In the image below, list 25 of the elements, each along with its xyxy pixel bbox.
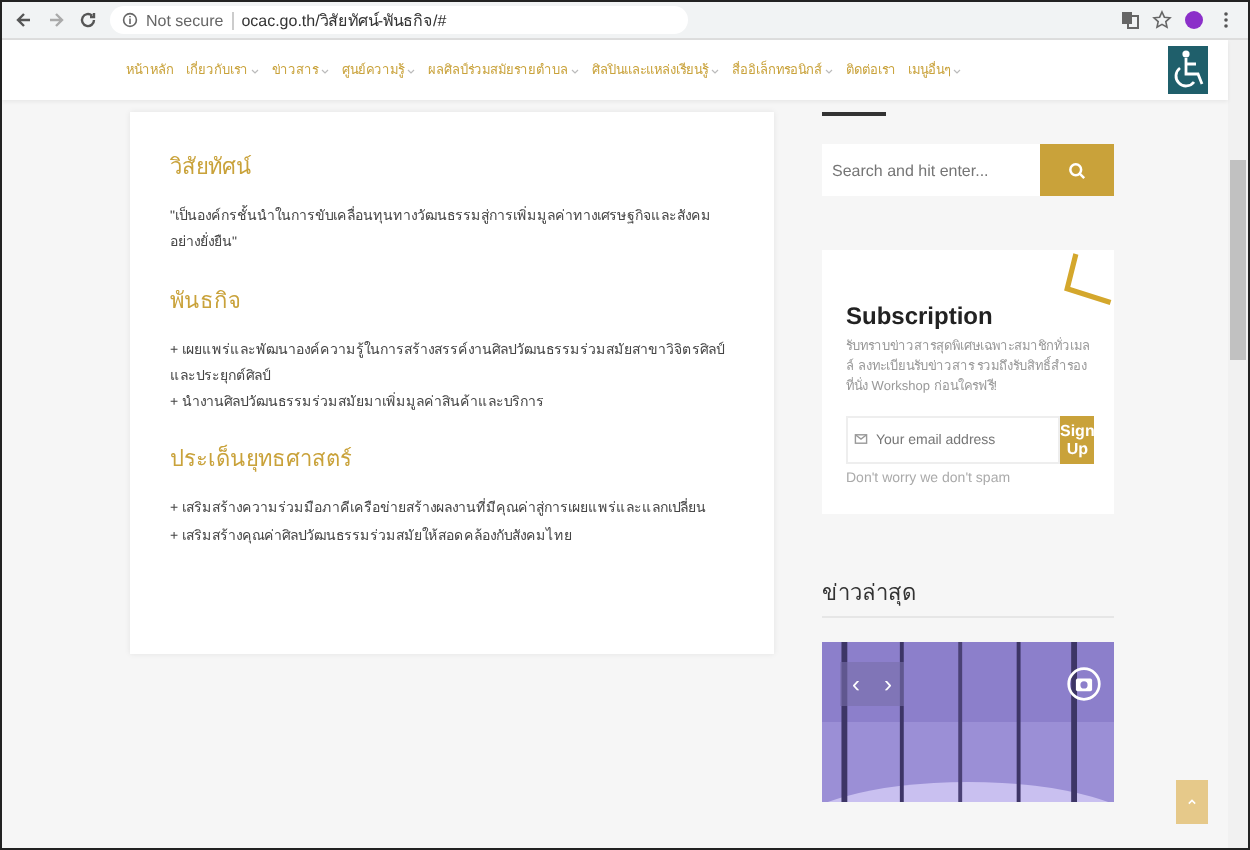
section-heading: พันธกิจ [170, 287, 242, 318]
news-heading: ข่าวล่าสุด [822, 574, 1114, 619]
next-button[interactable]: › [872, 662, 904, 707]
search-icon [1068, 161, 1086, 179]
accessibility-icon[interactable] [1168, 46, 1208, 94]
section-heading: วิสัยทัศน์ [170, 153, 254, 184]
caret-icon [1184, 794, 1200, 810]
subscription-title: Subscription [846, 302, 995, 330]
reload-icon[interactable] [78, 10, 98, 30]
camera-icon [1066, 666, 1102, 703]
section-heading: ประเด็นยุทธศาสตร์ [170, 442, 354, 477]
url-text: ocac.go.th/วิสัยทัศน์-พันธกิจ/# [241, 9, 447, 33]
search-field[interactable]: Search and hit enter... [822, 144, 1040, 196]
back-icon[interactable] [14, 10, 34, 30]
avatar-icon[interactable] [1184, 10, 1204, 30]
address-bar[interactable]: Not secure ocac.go.th/วิสัยทัศน์-พันธกิจ/# [110, 6, 688, 34]
security-label: Not secure [146, 11, 224, 29]
info-icon[interactable] [122, 12, 138, 28]
star-icon[interactable] [1152, 10, 1172, 30]
translate-icon[interactable] [1120, 10, 1140, 30]
previous-button[interactable]: ‹ [840, 662, 872, 707]
scrollbar[interactable] [1228, 40, 1248, 848]
chevron-decoration-icon [1062, 250, 1114, 310]
sign-up-button[interactable]: Sign Up [1060, 416, 1095, 465]
mail-icon [854, 432, 868, 447]
